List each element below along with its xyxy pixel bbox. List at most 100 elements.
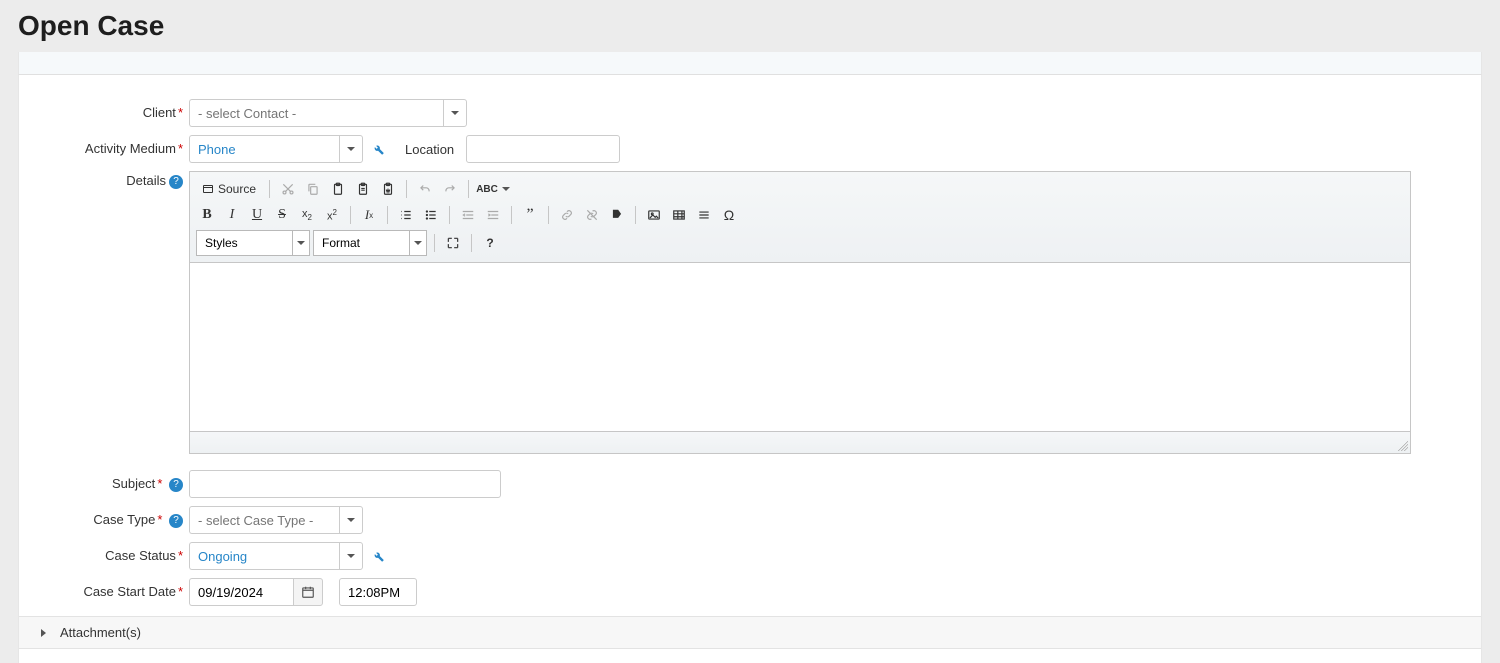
toolbar-separator bbox=[387, 206, 388, 224]
editor-body[interactable] bbox=[190, 263, 1410, 431]
toolbar-separator bbox=[635, 206, 636, 224]
toolbar-separator bbox=[406, 180, 407, 198]
wrench-icon[interactable] bbox=[369, 142, 387, 156]
toolbar-separator bbox=[269, 180, 270, 198]
subject-input[interactable] bbox=[189, 470, 501, 498]
date-input-group bbox=[189, 578, 323, 606]
help-icon[interactable]: ? bbox=[169, 478, 183, 492]
bullet-list-icon[interactable] bbox=[420, 204, 442, 226]
horizontal-rule-icon[interactable] bbox=[693, 204, 715, 226]
calendar-button[interactable] bbox=[293, 578, 323, 606]
client-select[interactable] bbox=[189, 99, 467, 127]
source-label: Source bbox=[218, 182, 256, 196]
client-caret[interactable] bbox=[443, 99, 467, 127]
strike-icon[interactable]: S bbox=[271, 204, 293, 226]
triangle-right-icon bbox=[41, 629, 46, 637]
about-icon[interactable]: ? bbox=[479, 232, 501, 254]
resize-handle-icon[interactable] bbox=[1398, 441, 1408, 451]
chevron-down-icon bbox=[347, 147, 355, 151]
image-icon[interactable] bbox=[643, 204, 665, 226]
row-client: Client* bbox=[29, 99, 1471, 127]
activity-medium-select[interactable] bbox=[189, 135, 363, 163]
editor-toolbar: Source ABC B bbox=[190, 172, 1410, 263]
spellcheck-icon[interactable]: ABC bbox=[476, 178, 498, 200]
calendar-icon bbox=[301, 585, 315, 599]
case-status-select[interactable] bbox=[189, 542, 363, 570]
chevron-down-icon bbox=[502, 187, 510, 191]
location-input[interactable] bbox=[466, 135, 620, 163]
row-case-status: Case Status* bbox=[29, 542, 1471, 570]
case-status-caret[interactable] bbox=[339, 542, 363, 570]
indent-icon[interactable] bbox=[482, 204, 504, 226]
chevron-down-icon bbox=[347, 518, 355, 522]
label-subject: Subject* ? bbox=[29, 470, 189, 492]
required-marker: * bbox=[178, 105, 183, 120]
spellcheck-caret[interactable] bbox=[501, 178, 511, 200]
bold-icon[interactable]: B bbox=[196, 204, 218, 226]
toolbar-separator bbox=[511, 206, 512, 224]
label-case-start-date: Case Start Date* bbox=[29, 578, 189, 599]
chevron-down-icon bbox=[347, 554, 355, 558]
toolbar-separator bbox=[468, 180, 469, 198]
paste-word-icon[interactable] bbox=[377, 178, 399, 200]
toolbar-separator bbox=[449, 206, 450, 224]
format-caret[interactable] bbox=[409, 230, 427, 256]
label-location: Location bbox=[405, 142, 454, 157]
activity-medium-input[interactable] bbox=[189, 135, 339, 163]
case-status-input[interactable] bbox=[189, 542, 339, 570]
case-type-caret[interactable] bbox=[339, 506, 363, 534]
case-type-select[interactable] bbox=[189, 506, 363, 534]
numbered-list-icon[interactable] bbox=[395, 204, 417, 226]
label-details: Details? bbox=[29, 171, 189, 189]
required-marker: * bbox=[178, 141, 183, 156]
time-input[interactable] bbox=[339, 578, 417, 606]
required-marker: * bbox=[157, 512, 162, 527]
styles-select[interactable] bbox=[196, 230, 310, 256]
row-case-start-date: Case Start Date* bbox=[29, 578, 1471, 606]
redo-icon[interactable] bbox=[439, 178, 461, 200]
copy-icon[interactable] bbox=[302, 178, 324, 200]
label-case-type: Case Type* ? bbox=[29, 506, 189, 528]
toolbar-separator bbox=[434, 234, 435, 252]
help-icon[interactable]: ? bbox=[169, 514, 183, 528]
styles-input[interactable] bbox=[196, 230, 292, 256]
paste-icon[interactable] bbox=[327, 178, 349, 200]
chevron-down-icon bbox=[414, 241, 422, 245]
maximize-icon[interactable] bbox=[442, 232, 464, 254]
anchor-icon[interactable] bbox=[606, 204, 628, 226]
special-char-icon[interactable]: Ω bbox=[718, 204, 740, 226]
label-activity-medium: Activity Medium* bbox=[29, 135, 189, 156]
source-button[interactable]: Source bbox=[196, 178, 262, 200]
case-type-input[interactable] bbox=[189, 506, 339, 534]
format-input[interactable] bbox=[313, 230, 409, 256]
subscript-icon[interactable]: x2 bbox=[296, 204, 318, 226]
toolbar-separator bbox=[548, 206, 549, 224]
italic-icon[interactable]: I bbox=[221, 204, 243, 226]
help-icon[interactable]: ? bbox=[169, 175, 183, 189]
rich-text-editor: Source ABC B bbox=[189, 171, 1411, 454]
blockquote-icon[interactable]: ” bbox=[519, 204, 541, 226]
wrench-icon[interactable] bbox=[369, 549, 387, 563]
label-client: Client* bbox=[29, 99, 189, 120]
date-input[interactable] bbox=[189, 578, 293, 606]
chevron-down-icon bbox=[451, 111, 459, 115]
format-select[interactable] bbox=[313, 230, 427, 256]
styles-caret[interactable] bbox=[292, 230, 310, 256]
client-input[interactable] bbox=[189, 99, 443, 127]
attachments-toggle[interactable]: Attachment(s) bbox=[19, 616, 1481, 649]
paste-text-icon[interactable] bbox=[352, 178, 374, 200]
toolbar-separator bbox=[350, 206, 351, 224]
superscript-icon[interactable]: x2 bbox=[321, 204, 343, 226]
chevron-down-icon bbox=[297, 241, 305, 245]
link-icon[interactable] bbox=[556, 204, 578, 226]
table-icon[interactable] bbox=[668, 204, 690, 226]
label-case-status: Case Status* bbox=[29, 542, 189, 563]
remove-format-icon[interactable]: Ix bbox=[358, 204, 380, 226]
toolbar-separator bbox=[471, 234, 472, 252]
outdent-icon[interactable] bbox=[457, 204, 479, 226]
activity-medium-caret[interactable] bbox=[339, 135, 363, 163]
underline-icon[interactable]: U bbox=[246, 204, 268, 226]
undo-icon[interactable] bbox=[414, 178, 436, 200]
unlink-icon[interactable] bbox=[581, 204, 603, 226]
cut-icon[interactable] bbox=[277, 178, 299, 200]
